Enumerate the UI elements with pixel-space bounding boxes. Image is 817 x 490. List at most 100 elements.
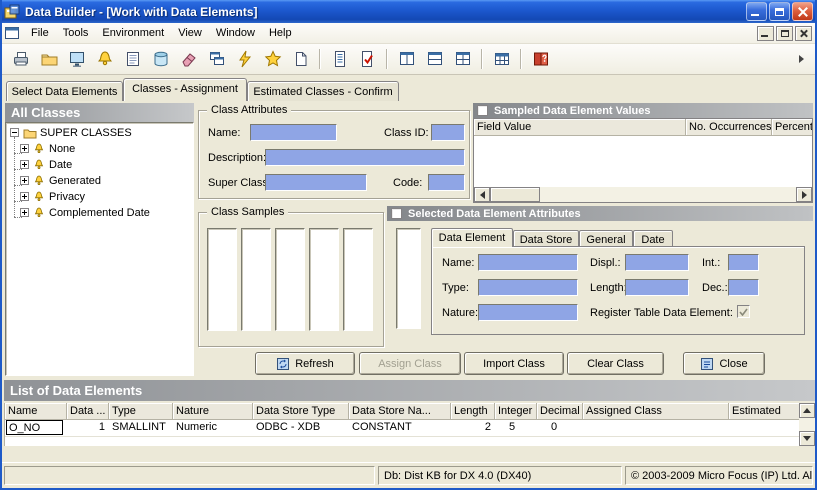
class-sample-list[interactable] xyxy=(275,228,305,331)
column-header[interactable]: No. Occurrences xyxy=(686,119,772,136)
vertical-scrollbar[interactable] xyxy=(799,403,815,446)
grid-cell[interactable]: 0 xyxy=(537,420,583,436)
tab-general[interactable]: General xyxy=(579,230,633,247)
menu-item-file[interactable]: File xyxy=(24,24,56,42)
classes-tree[interactable]: SUPER CLASSES None Date Generated Privac… xyxy=(5,122,194,376)
menu-item-view[interactable]: View xyxy=(171,24,209,42)
class-id-field[interactable] xyxy=(431,124,465,141)
split-grid-icon[interactable] xyxy=(450,47,475,72)
document-icon[interactable] xyxy=(288,47,313,72)
tab-date[interactable]: Date xyxy=(633,230,673,247)
split-horizontal-icon[interactable] xyxy=(394,47,419,72)
column-header[interactable]: Percentage xyxy=(772,119,813,136)
attr-name-field[interactable] xyxy=(478,254,578,271)
scroll-up-button[interactable] xyxy=(799,403,815,418)
grid-cell[interactable]: ODBC - XDB xyxy=(253,420,349,436)
tree-root-row[interactable]: SUPER CLASSES xyxy=(23,125,132,140)
tree-item-none[interactable]: None xyxy=(33,141,75,156)
column-header[interactable]: Assigned Class xyxy=(583,403,729,420)
tab-select-data-elements[interactable]: Select Data Elements xyxy=(6,81,123,101)
tree-collapse-box[interactable] xyxy=(10,128,19,137)
column-header[interactable]: Data ... xyxy=(67,403,109,420)
cascade-windows-icon[interactable] xyxy=(204,47,229,72)
column-header[interactable]: Estimated xyxy=(729,403,799,420)
validate-check-icon[interactable] xyxy=(355,47,380,72)
monitor-icon[interactable] xyxy=(64,47,89,72)
super-class-field[interactable] xyxy=(265,174,367,191)
minimize-button[interactable] xyxy=(746,2,767,21)
scroll-down-button[interactable] xyxy=(799,431,815,446)
tree-expand-box[interactable] xyxy=(20,192,29,201)
column-header[interactable]: Data Store Na... xyxy=(349,403,451,420)
class-sample-list[interactable] xyxy=(207,228,237,331)
sampled-values-checkbox[interactable] xyxy=(477,105,488,116)
table-row[interactable]: O_NO 1 SMALLINT Numeric ODBC - XDB CONST… xyxy=(5,420,799,436)
class-sample-list[interactable] xyxy=(343,228,373,331)
toolbar-overflow-chevron[interactable] xyxy=(799,55,808,63)
selected-attrs-listbox[interactable] xyxy=(396,228,421,329)
column-header[interactable]: Name xyxy=(5,403,67,420)
table-view-icon[interactable] xyxy=(489,47,514,72)
tab-classes-assignment[interactable]: Classes - Assignment xyxy=(123,78,247,101)
grid-cell[interactable]: Numeric xyxy=(173,420,253,436)
code-field[interactable] xyxy=(428,174,465,191)
run-icon[interactable] xyxy=(232,47,257,72)
register-table-checkbox[interactable] xyxy=(737,305,750,318)
scroll-right-button[interactable] xyxy=(796,187,812,202)
grid-cell[interactable]: SMALLINT xyxy=(109,420,173,436)
bell-icon[interactable] xyxy=(92,47,117,72)
table-row-partial[interactable] xyxy=(5,436,799,446)
class-sample-list[interactable] xyxy=(309,228,339,331)
tab-data-store[interactable]: Data Store xyxy=(513,230,579,247)
column-header[interactable]: Type xyxy=(109,403,173,420)
attr-type-field[interactable] xyxy=(478,279,578,296)
grid-cell[interactable]: CONSTANT xyxy=(349,420,451,436)
tab-estimated-classes-confirm[interactable]: Estimated Classes - Confirm xyxy=(247,81,399,101)
horizontal-scrollbar[interactable] xyxy=(474,187,812,202)
refresh-button[interactable]: Refresh xyxy=(255,352,355,375)
grid-cell[interactable] xyxy=(729,420,799,436)
menu-item-tools[interactable]: Tools xyxy=(56,24,96,42)
class-sample-list[interactable] xyxy=(241,228,271,331)
scroll-thumb[interactable] xyxy=(490,187,540,202)
restore-button[interactable] xyxy=(769,2,790,21)
selected-attrs-checkbox[interactable] xyxy=(391,208,402,219)
open-folder-icon[interactable] xyxy=(36,47,61,72)
close-panel-button[interactable]: Close xyxy=(683,352,765,375)
menu-item-help[interactable]: Help xyxy=(262,24,299,42)
column-header[interactable]: Nature xyxy=(173,403,253,420)
close-button[interactable] xyxy=(792,2,813,21)
tree-expand-box[interactable] xyxy=(20,176,29,185)
title-bar[interactable]: Data Builder - [Work with Data Elements] xyxy=(0,0,817,23)
description-field[interactable] xyxy=(265,149,465,166)
attr-length-field[interactable] xyxy=(625,279,689,296)
tree-item-generated[interactable]: Generated xyxy=(33,173,101,188)
assign-class-button[interactable]: Assign Class xyxy=(359,352,461,375)
tree-expand-box[interactable] xyxy=(20,208,29,217)
grid-cell[interactable]: 2 xyxy=(451,420,495,436)
mdi-restore-button[interactable] xyxy=(776,26,793,41)
tree-item-privacy[interactable]: Privacy xyxy=(33,189,85,204)
tree-item-complemented-date[interactable]: Complemented Date xyxy=(33,205,150,220)
grid-cell[interactable]: 5 xyxy=(495,420,537,436)
attr-displ-field[interactable] xyxy=(625,254,689,271)
attr-int-field[interactable] xyxy=(728,254,759,271)
star-icon[interactable] xyxy=(260,47,285,72)
attr-dec-field[interactable] xyxy=(728,279,759,296)
help-book-icon[interactable] xyxy=(528,47,553,72)
grid-cell[interactable] xyxy=(583,420,729,436)
notebook-icon[interactable] xyxy=(120,47,145,72)
mdi-close-button[interactable] xyxy=(795,26,812,41)
tab-data-element[interactable]: Data Element xyxy=(431,228,513,247)
tree-item-date[interactable]: Date xyxy=(33,157,72,172)
clear-class-button[interactable]: Clear Class xyxy=(567,352,664,375)
tree-expand-box[interactable] xyxy=(20,160,29,169)
grid-cell-name[interactable]: O_NO xyxy=(6,420,63,435)
column-header[interactable]: Integer xyxy=(495,403,537,420)
scroll-track[interactable] xyxy=(799,418,815,431)
split-vertical-icon[interactable] xyxy=(422,47,447,72)
menu-item-window[interactable]: Window xyxy=(209,24,262,42)
class-name-field[interactable] xyxy=(250,124,337,141)
sampled-values-list[interactable] xyxy=(474,136,812,187)
database-icon[interactable] xyxy=(148,47,173,72)
